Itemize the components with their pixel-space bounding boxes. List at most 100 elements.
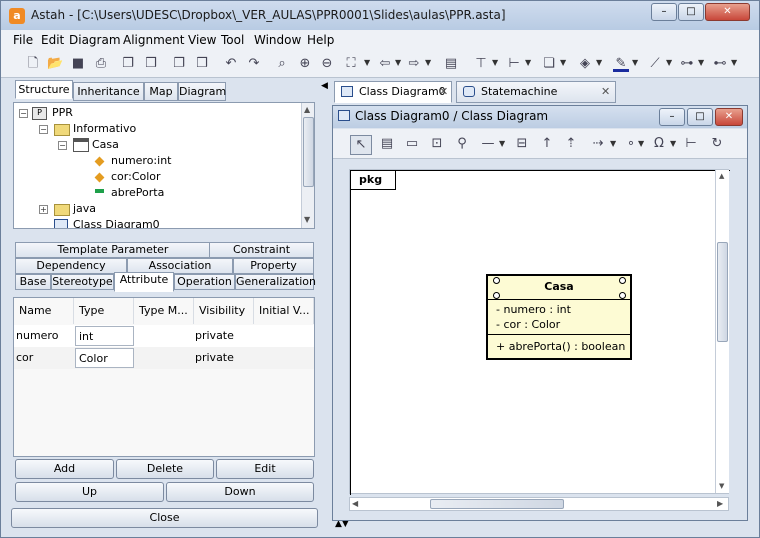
line-color-icon[interactable]: ✎ [613,56,629,72]
collapse-icon[interactable]: − [19,109,28,118]
fit-to-window-icon[interactable]: ⛶ [343,56,359,72]
scroll-up-arrow-icon[interactable]: ▲ [719,172,724,180]
forward-icon[interactable]: ⇨ [406,56,422,72]
tab-template-parameter[interactable]: Template Parameter [15,242,211,258]
tree-node-class-diagram0[interactable]: Class Diagram0 [73,218,160,228]
class-tool-icon[interactable]: ▤ [379,136,395,152]
up-button[interactable]: Up [15,482,164,502]
add-button[interactable]: Add [15,459,114,479]
association-class-tool-icon[interactable]: ⊟ [514,136,530,152]
boundary-tool-icon[interactable]: ⊢ [683,136,699,152]
column-header-name[interactable]: Name [14,298,74,324]
attr-visibility-cell[interactable]: private [195,348,234,368]
tree-scroll-thumb[interactable] [303,117,314,187]
dropdown-arrow-icon[interactable]: ▼ [364,58,370,67]
dropdown-arrow-icon[interactable]: ▼ [632,58,638,67]
collapse-left-arrow-icon[interactable]: ◀ [321,81,328,91]
back-icon[interactable]: ⇦ [377,56,393,72]
collapse-icon[interactable]: − [58,141,67,150]
menu-help[interactable]: Help [307,33,334,47]
arrange-icon[interactable]: ❏ [541,56,557,72]
uml-class-casa[interactable]: Casa - numero : int - cor : Color + abre… [486,274,632,360]
new-file-icon[interactable]: 🗋 [25,56,41,72]
dropdown-arrow-icon[interactable]: ▼ [499,139,505,148]
canvas-horizontal-scroll-thumb[interactable] [430,499,564,509]
table-row[interactable]: cor Color private [14,347,314,369]
tab-map[interactable]: Map [144,82,178,101]
menu-edit[interactable]: Edit [41,33,64,47]
port-tool-icon[interactable]: ∘ [623,136,639,152]
diagram-restore-button[interactable]: □ [687,108,713,126]
attr-type-cell[interactable]: int [75,326,134,346]
copy-image-icon[interactable]: ❐ [171,56,187,72]
fill-color-icon[interactable]: ◈ [577,56,593,72]
dropdown-arrow-icon[interactable]: ▼ [560,58,566,67]
tree-node-informativo[interactable]: Informativo [73,122,136,135]
canvas-horizontal-scrollbar[interactable]: ◀ ▶ [349,497,729,511]
down-button[interactable]: Down [166,482,314,502]
zoom-out-icon[interactable]: ⊖ [319,56,335,72]
copy-icon[interactable]: ❐ [120,56,136,72]
tree-node-attr-cor[interactable]: cor:Color [111,170,161,183]
tree-node-java[interactable]: java [73,202,96,215]
layout-tree-icon[interactable]: ⊶ [679,56,695,72]
tab-structure[interactable]: Structure [15,80,73,99]
collapse-icon[interactable]: − [39,125,48,134]
select-tool-icon[interactable]: ↖ [350,135,372,155]
dropdown-arrow-icon[interactable]: ▼ [425,58,431,67]
delete-button[interactable]: Delete [116,459,214,479]
table-row[interactable]: numero int private [14,325,314,347]
dependency-tool-icon[interactable]: ⇢ [590,136,606,152]
attr-type-cell[interactable]: Color [75,348,134,368]
scroll-down-arrow-icon[interactable]: ▼ [719,482,724,490]
structure-icon[interactable]: ▤ [443,56,459,72]
menu-alignment[interactable]: Alignment [123,33,184,47]
dropdown-arrow-icon[interactable]: ▼ [666,58,672,67]
paste-icon[interactable]: ❒ [143,56,159,72]
align-left-icon[interactable]: ⊢ [506,56,522,72]
dropdown-arrow-icon[interactable]: ▼ [492,58,498,67]
scroll-up-arrow-icon[interactable]: ▲ [304,105,310,114]
menu-tool[interactable]: Tool [221,33,244,47]
scroll-left-arrow-icon[interactable]: ◀ [352,499,358,508]
tab-diagram[interactable]: Diagram [178,82,226,101]
tab-dependency[interactable]: Dependency [15,258,127,274]
tab-constraint[interactable]: Constraint [209,242,314,258]
undo-icon[interactable]: ↶ [223,56,239,72]
dropdown-arrow-icon[interactable]: ▼ [670,139,676,148]
layout-options-icon[interactable]: ⊷ [712,56,728,72]
line-style-icon[interactable]: ⟋ [647,56,663,72]
close-window-button[interactable]: ✕ [705,3,750,21]
generalization-tool-icon[interactable]: ↑ [539,136,555,152]
scroll-down-arrow-icon[interactable]: ▼ [304,215,310,224]
maximize-button[interactable]: □ [678,3,704,21]
edit-button[interactable]: Edit [216,459,314,479]
column-header-initial-value[interactable]: Initial V... [254,298,314,324]
package-tool-icon[interactable]: ▭ [404,136,420,152]
column-header-type-modifier[interactable]: Type M... [134,298,194,324]
uml-operation[interactable]: + abrePorta() : boolean [496,340,625,353]
tree-node-casa[interactable]: Casa [92,138,119,151]
required-interface-tool-icon[interactable]: Ω [651,136,667,152]
save-icon[interactable]: ■ [70,56,86,72]
dropdown-arrow-icon[interactable]: ▼ [596,58,602,67]
uml-attribute[interactable]: - numero : int [496,303,571,316]
uml-attribute[interactable]: - cor : Color [496,318,560,331]
dropdown-arrow-icon[interactable]: ▼ [395,58,401,67]
dropdown-arrow-icon[interactable]: ▼ [638,139,644,148]
column-header-type[interactable]: Type [74,298,134,324]
tree-node-op-abreporta[interactable]: abrePorta [111,186,164,199]
close-tab-icon[interactable]: ✕ [601,82,610,102]
open-file-icon[interactable]: 📂 [47,56,63,72]
zoom-in-icon[interactable]: ⊕ [297,56,313,72]
close-button[interactable]: Close [11,508,318,528]
tab-statemachine-diagram0[interactable]: Statemachine Diagram0 ✕ [456,81,616,118]
realization-tool-icon[interactable]: ⇡ [563,136,579,152]
tab-property[interactable]: Property [233,258,314,274]
tab-operation[interactable]: Operation [174,274,235,290]
tab-class-diagram0[interactable]: Class Diagram0 ✕ [334,81,452,103]
tab-generalization[interactable]: Generalization [235,274,316,290]
redo-icon[interactable]: ↷ [246,56,262,72]
dropdown-arrow-icon[interactable]: ▼ [698,58,704,67]
paste-image-icon[interactable]: ❒ [194,56,210,72]
